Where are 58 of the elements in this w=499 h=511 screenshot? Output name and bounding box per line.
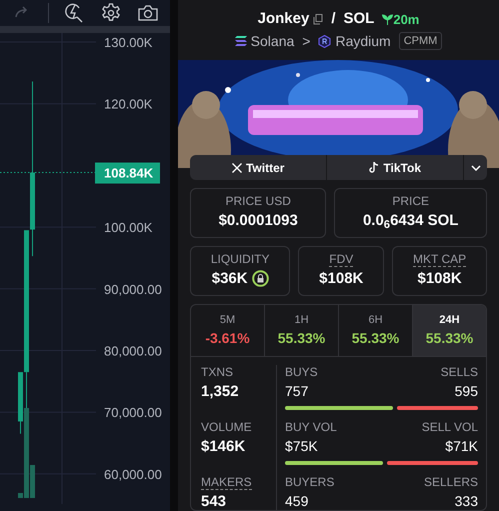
stat-label: MAKERS (201, 475, 252, 490)
expand-button[interactable] (463, 154, 487, 180)
dex-name: Raydium (335, 32, 391, 51)
stat-label: BUYS (285, 365, 318, 381)
stat-value: 459 (285, 492, 308, 510)
stat-label: PRICE (391, 194, 430, 210)
settings-icon[interactable] (100, 2, 122, 24)
last-price-tag: 108.84K (95, 162, 160, 184)
pair-separator: / (331, 9, 336, 30)
stat-value: $75K (285, 436, 318, 456)
stat-label: SELLERS (424, 475, 478, 491)
raydium-logo-icon (318, 34, 332, 48)
stat-value: 543 (201, 492, 228, 510)
price-axis-label: 80,000.00 (104, 344, 162, 358)
copy-icon[interactable] (313, 14, 324, 25)
period-tab[interactable]: 1H 55.33% (265, 304, 339, 356)
stat-value: 1,352 (201, 382, 240, 402)
stat-value: $0.0001093 (218, 210, 299, 231)
stat-label: BUY VOL (285, 420, 337, 436)
social-link-button[interactable]: Twitter (190, 154, 326, 180)
stat-label: MKT CAP (413, 252, 466, 267)
solana-logo-icon (234, 36, 247, 46)
stat-label: SELLS (440, 365, 478, 381)
stat-label: SELL VOL (422, 420, 478, 436)
quote-token: SOL (344, 9, 374, 30)
stat-label: TXNS (201, 365, 234, 380)
chevron-down-icon (470, 164, 480, 171)
pool-type-tag: CPMM (398, 32, 442, 50)
chain-name: Solana (250, 32, 294, 51)
route-separator: > (302, 32, 310, 51)
music-note-icon (369, 162, 380, 174)
stat-value: 333 (454, 492, 478, 510)
stat-value: $36K (212, 268, 248, 289)
price-axis-label: 90,000.00 (104, 282, 162, 297)
token-name: Jonkey (258, 9, 310, 30)
stat-label: LIQUIDITY (210, 252, 270, 266)
stat-value: $108K (319, 268, 364, 289)
price-axis-label: 70,000.00 (104, 405, 162, 420)
stat-value: 595 (454, 382, 478, 401)
stat-value: $108K (417, 268, 462, 289)
period-tab[interactable]: 5M -3.61% (191, 304, 265, 356)
price-axis-label: 120.00K (104, 96, 152, 112)
period-tab[interactable]: 24H 55.33% (413, 304, 486, 356)
stat-label: VOLUME (201, 420, 252, 434)
price-axis-label: 130.00K (104, 35, 152, 50)
price-axis-label: 60,000.00 (104, 466, 162, 482)
stat-value: 0.0$_{6}$6434 SOL (362, 210, 460, 231)
stat-label: BUYERS (285, 475, 334, 491)
stat-label: PRICE USD (224, 194, 292, 210)
stat-value: $71K (445, 436, 478, 456)
x-logo-icon (232, 162, 242, 173)
sprout-icon (382, 14, 394, 25)
stat-value: $146K (201, 436, 246, 457)
stat-value: 757 (285, 382, 308, 401)
stat-label: FDV (329, 252, 354, 267)
social-link-button[interactable]: TikTok (326, 154, 463, 180)
pair-age: 20m (382, 10, 420, 30)
price-axis-label: 100.00K (104, 220, 152, 236)
